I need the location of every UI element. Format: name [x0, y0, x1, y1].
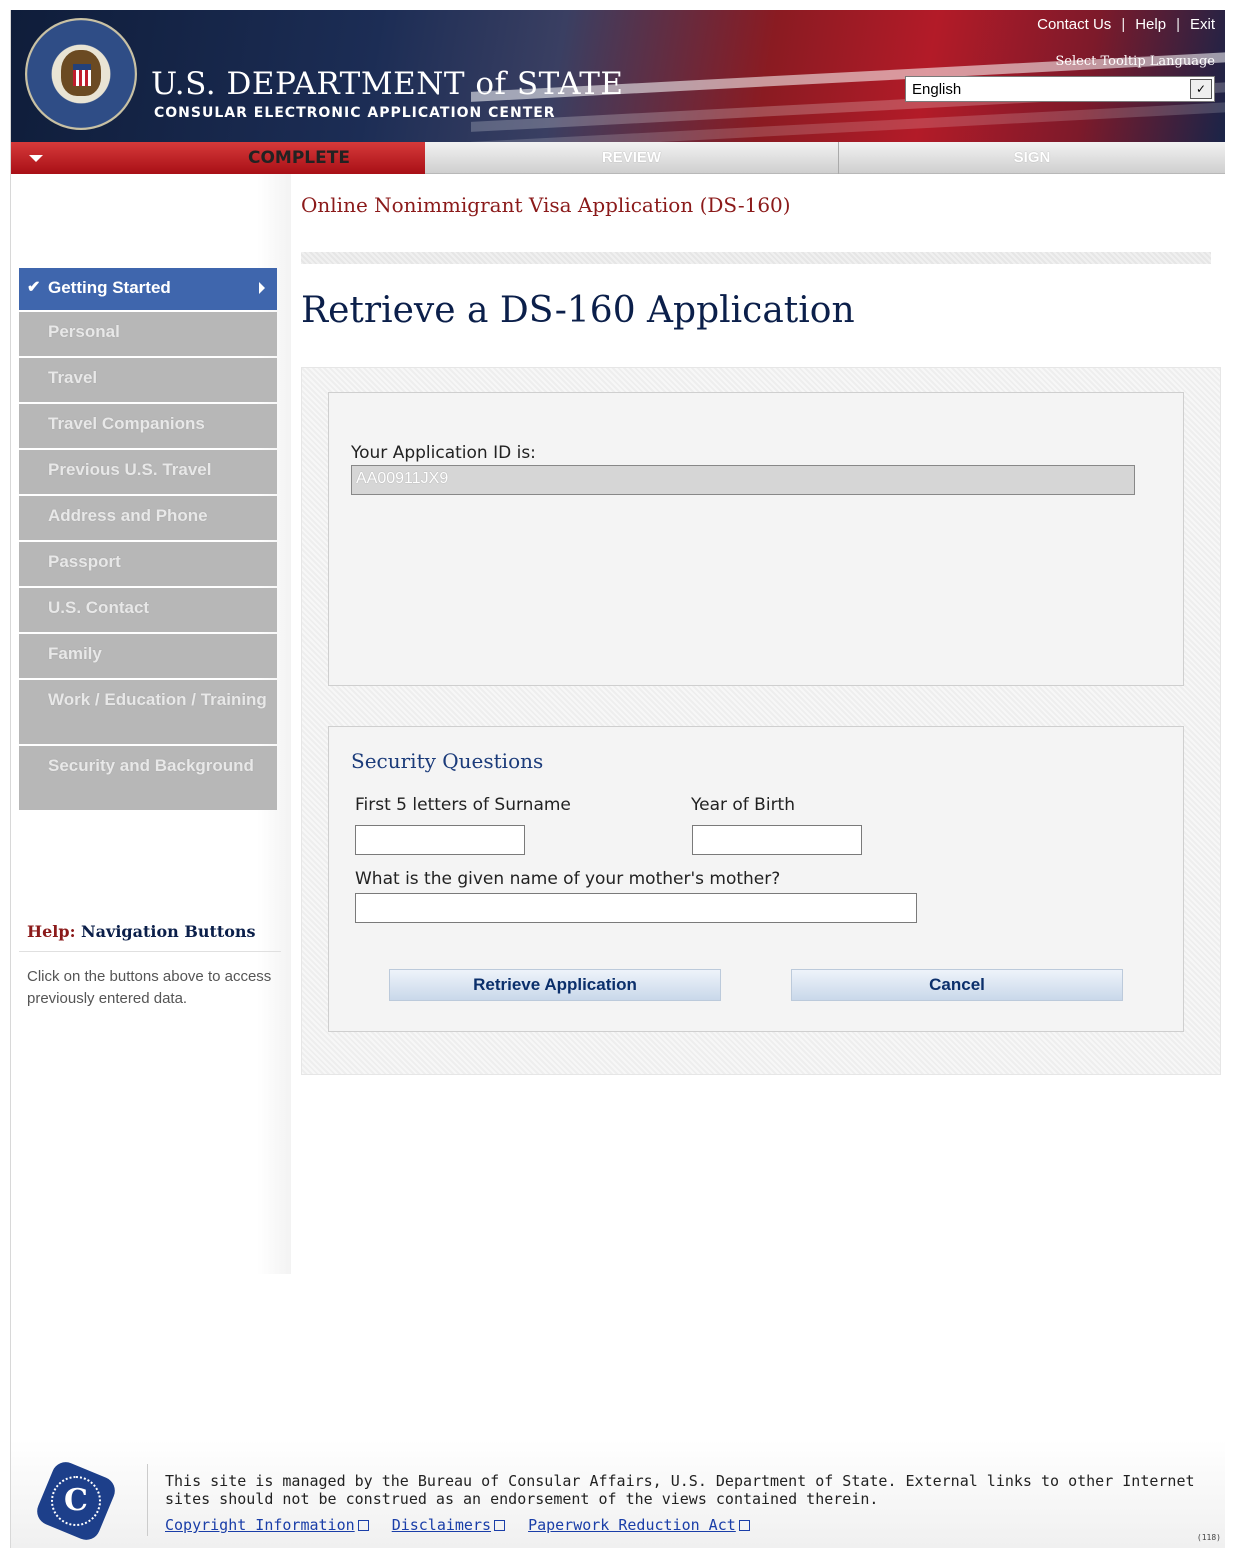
department-seal-icon [25, 18, 137, 130]
page-counter: (118) [1196, 1533, 1221, 1542]
sidebar-item-travel: Travel [19, 358, 277, 402]
sidebar-item-previous-us-travel: Previous U.S. Travel [19, 450, 277, 494]
surname-label: First 5 letters of Surname [355, 795, 571, 815]
progress-bar: COMPLETE REVIEW SIGN [11, 142, 1225, 174]
header-links: Contact Us | Help | Exit [1037, 16, 1215, 33]
paperwork-reduction-link[interactable]: Paperwork Reduction Act [528, 1516, 750, 1534]
cancel-button[interactable]: Cancel [791, 969, 1123, 1001]
external-link-icon [357, 1520, 369, 1531]
sidebar-item-us-contact: U.S. Contact [19, 588, 277, 632]
external-link-icon [738, 1520, 750, 1531]
consular-affairs-logo-icon: C [32, 1457, 120, 1545]
copyright-link[interactable]: Copyright Information [165, 1516, 369, 1534]
content-panel: Your Application ID is: AA00911JX9 Secur… [301, 367, 1221, 1075]
department-subtitle: CONSULAR ELECTRONIC APPLICATION CENTER [154, 105, 556, 121]
footer-text: This site is managed by the Bureau of Co… [165, 1472, 1195, 1508]
step-complete[interactable]: COMPLETE [11, 142, 425, 174]
chevron-down-icon[interactable]: ✓ [1190, 79, 1212, 99]
mothers-mother-input[interactable] [355, 893, 917, 923]
surname-input[interactable] [355, 825, 525, 855]
disclaimers-link[interactable]: Disclaimers [392, 1516, 506, 1534]
tooltip-language-select[interactable]: English ✓ [905, 76, 1215, 102]
sidebar-item-passport: Passport [19, 542, 277, 586]
external-link-icon [494, 1520, 506, 1531]
sidebar-item-travel-companions: Travel Companions [19, 404, 277, 448]
year-of-birth-input[interactable] [692, 825, 862, 855]
year-of-birth-label: Year of Birth [691, 795, 796, 815]
checkmark-icon: ✔ [27, 279, 41, 296]
sidebar-item-security-background: Security and Background [19, 746, 277, 810]
divider [301, 252, 1211, 264]
security-questions-box: Security Questions First 5 letters of Su… [328, 726, 1184, 1032]
footer-divider [147, 1464, 148, 1536]
triangle-down-icon [29, 155, 43, 162]
help-panel: Help: Navigation Buttons Click on the bu… [19, 908, 281, 1024]
site-header: U.S. DEPARTMENT of STATE CONSULAR ELECTR… [11, 10, 1225, 142]
security-questions-title: Security Questions [351, 749, 544, 773]
contact-us-link[interactable]: Contact Us [1037, 16, 1111, 33]
help-title: Help: Navigation Buttons [19, 908, 281, 952]
language-value: English [912, 81, 962, 98]
sidebar-item-getting-started[interactable]: ✔ Getting Started [19, 268, 277, 310]
page-heading: Online Nonimmigrant Visa Application (DS… [301, 193, 791, 217]
sidebar-item-family: Family [19, 634, 277, 678]
application-id-label: Your Application ID is: [351, 443, 536, 463]
application-id-box: Your Application ID is: AA00911JX9 [328, 392, 1184, 686]
caret-right-icon [259, 282, 265, 294]
step-review: REVIEW [425, 142, 839, 174]
step-sign: SIGN [1013, 149, 1051, 166]
tooltip-language-label: Select Tooltip Language [1055, 54, 1215, 69]
site-footer: C This site is managed by the Bureau of … [11, 1440, 1225, 1548]
page-title: Retrieve a DS-160 Application [301, 290, 855, 331]
sidebar-item-work-education: Work / Education / Training [19, 680, 277, 744]
page-frame: U.S. DEPARTMENT of STATE CONSULAR ELECTR… [10, 10, 1225, 1548]
footer-links: Copyright Information Disclaimers Paperw… [165, 1516, 764, 1534]
retrieve-application-button[interactable]: Retrieve Application [389, 969, 721, 1001]
sidebar: ✔ Getting Started Personal Travel Travel… [19, 268, 277, 812]
sidebar-item-address-phone: Address and Phone [19, 496, 277, 540]
help-link[interactable]: Help [1135, 16, 1166, 33]
department-title: U.S. DEPARTMENT of STATE [151, 66, 624, 102]
exit-link[interactable]: Exit [1190, 16, 1215, 33]
mothers-mother-label: What is the given name of your mother's … [355, 869, 781, 889]
help-text: Click on the buttons above to access pre… [27, 968, 272, 1007]
application-id-field: AA00911JX9 [351, 465, 1135, 495]
sidebar-item-personal: Personal [19, 312, 277, 356]
